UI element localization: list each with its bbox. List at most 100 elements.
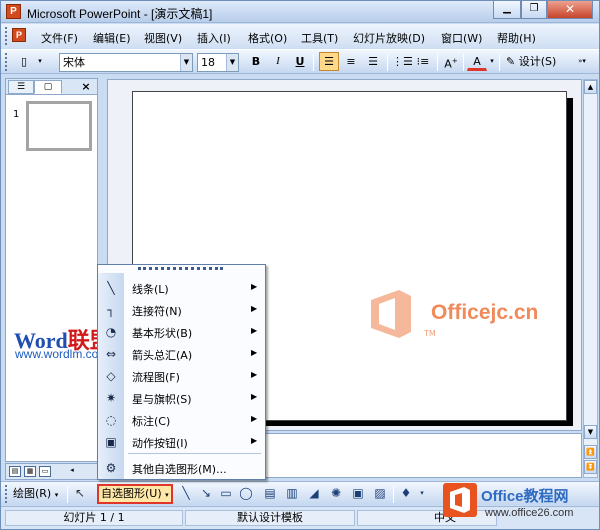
title-bar[interactable]: P Microsoft PowerPoint - [演示文稿1] ▁ ❐ ✕ — [1, 1, 599, 23]
increase-font-size-icon[interactable]: A+ — [441, 52, 461, 71]
arrow-icon[interactable]: ↘ — [199, 486, 213, 500]
chevron-right-icon: ▶ — [251, 304, 258, 313]
menu-insert[interactable]: 插入(I) — [197, 30, 231, 46]
diagram-icon[interactable]: ✺ — [329, 486, 343, 500]
toolbar-separator — [499, 54, 500, 71]
menu-file[interactable]: 文件(F) — [41, 30, 78, 46]
italic-button[interactable]: I — [269, 52, 287, 71]
menu-tools[interactable]: 工具(T) — [301, 30, 338, 46]
office-logo-watermark-icon — [371, 290, 411, 338]
oval-icon[interactable]: ◯ — [239, 486, 253, 500]
office26-url: www.office26.com — [485, 507, 574, 519]
view-buttons: ▤ ▦ ▭ ◂ — [5, 463, 98, 480]
menu-item-label: 动作按钮(I) — [132, 437, 188, 450]
toolbar-options-icon[interactable]: »▾ — [575, 52, 589, 71]
connector-icon: ┐ — [107, 303, 115, 317]
numbering-button[interactable]: ⋮☰ — [391, 52, 413, 71]
autoshapes-menu-button[interactable]: 自选图形(U) ▾ — [97, 484, 173, 504]
textbox-icon[interactable]: ▤ — [263, 486, 277, 500]
clipart-icon[interactable]: ▣ — [351, 486, 365, 500]
autoshapes-label: 自选图形(U) — [101, 487, 162, 500]
powerpoint-app-icon[interactable]: P — [6, 4, 21, 19]
menu-item-block-arrows[interactable]: ⇔ 箭头总汇(A) ▶ — [98, 343, 265, 365]
previous-slide-icon[interactable]: ⏫ — [584, 445, 597, 459]
menu-item-label: 流程图(F) — [132, 371, 180, 384]
menu-item-stars-banners[interactable]: ✷ 星与旗帜(S) ▶ — [98, 387, 265, 409]
underline-button[interactable]: U — [291, 52, 309, 71]
maximize-button[interactable]: ❐ — [521, 1, 547, 19]
menu-item-label: 基本形状(B) — [132, 327, 193, 340]
menu-item-callouts[interactable]: ◌ 标注(C) ▶ — [98, 409, 265, 431]
wordlm-url: www.wordlm.com — [15, 347, 109, 361]
fill-color-icon[interactable]: ♦ — [399, 486, 413, 500]
design-button[interactable]: ✎ 设计(S) — [503, 52, 563, 71]
scroll-down-icon[interactable]: ▼ — [584, 425, 597, 439]
close-window-button[interactable]: ✕ — [547, 1, 593, 19]
align-right-button[interactable]: ☰ — [363, 52, 383, 71]
menu-item-connectors[interactable]: ┐ 连接符(N) ▶ — [98, 299, 265, 321]
select-objects-icon[interactable]: ↖ — [73, 486, 87, 500]
new-document-icon[interactable]: ▯ — [13, 52, 35, 71]
scroll-up-icon[interactable]: ▲ — [584, 80, 597, 94]
font-name-value: 宋体 — [63, 56, 85, 69]
menu-item-label: 其他自选图形(M)... — [132, 463, 227, 476]
menu-help[interactable]: 帮助(H) — [497, 30, 536, 46]
draw-menu-button[interactable]: 绘图(R) ▾ — [13, 485, 58, 502]
design-template-name: 默认设计模板 — [185, 510, 355, 526]
align-left-button[interactable]: ☰ — [319, 52, 339, 71]
toolbar-grip[interactable] — [5, 27, 8, 45]
next-slide-icon[interactable]: ⏬ — [584, 460, 597, 474]
chevron-down-icon[interactable]: ▼ — [180, 54, 192, 71]
chevron-down-icon[interactable]: ▾ — [487, 52, 497, 71]
tab-slides[interactable]: ▢ — [34, 80, 62, 94]
font-size-select[interactable]: 18 ▼ — [197, 53, 239, 72]
menu-item-action-buttons[interactable]: ▣ 动作按钮(I) ▶ — [98, 431, 265, 453]
document-icon[interactable]: P — [12, 28, 26, 42]
picture-icon[interactable]: ▨ — [373, 486, 387, 500]
minimize-button[interactable]: ▁ — [493, 1, 521, 19]
font-name-select[interactable]: 宋体 ▼ — [59, 53, 193, 72]
toolbar-grip[interactable] — [5, 53, 8, 71]
toolbar-grip[interactable] — [5, 485, 8, 503]
font-size-value: 18 — [201, 56, 215, 69]
menu-window[interactable]: 窗口(W) — [441, 30, 482, 46]
slide-sorter-view-icon[interactable]: ▦ — [24, 466, 36, 477]
action-button-icon: ▣ — [105, 435, 117, 449]
vertical-scrollbar[interactable]: ▲ ▼ ⏫ ⏬ — [583, 79, 598, 478]
menu-item-more-autoshapes[interactable]: ⚙ 其他自选图形(M)... — [98, 457, 265, 479]
slide-thumbnail[interactable] — [26, 101, 92, 151]
line-icon[interactable]: ╲ — [179, 486, 193, 500]
slides-outline-pane: ☰ ▢ × 1 Word联盟 www.wordlm.com — [5, 78, 112, 462]
more-autoshapes-icon: ⚙ — [105, 461, 117, 475]
chevron-down-icon: ▾ — [165, 491, 169, 499]
block-arrow-icon: ⇔ — [105, 347, 117, 361]
menu-drag-handle[interactable] — [138, 267, 223, 271]
normal-view-icon[interactable]: ▤ — [9, 466, 21, 477]
menu-item-lines[interactable]: ╲ 线条(L) ▶ — [98, 277, 265, 299]
menu-format[interactable]: 格式(O) — [248, 30, 287, 46]
bold-button[interactable]: B — [247, 52, 265, 71]
slideshow-view-icon[interactable]: ▭ — [39, 466, 51, 477]
chevron-right-icon: ▶ — [251, 392, 258, 401]
menu-item-flowchart[interactable]: ◇ 流程图(F) ▶ — [98, 365, 265, 387]
scroll-left-icon[interactable]: ◂ — [66, 466, 78, 477]
autoshapes-dropdown-menu: ╲ 线条(L) ▶ ┐ 连接符(N) ▶ ◔ 基本形状(B) ▶ ⇔ 箭头总汇(… — [97, 264, 266, 480]
chevron-down-icon[interactable]: ▾ — [415, 486, 429, 500]
menu-view[interactable]: 视图(V) — [144, 30, 182, 46]
align-center-button[interactable]: ≡ — [341, 52, 361, 71]
slide-position: 幻灯片 1 / 1 — [5, 510, 183, 526]
bullets-button[interactable]: ⁝≡ — [413, 52, 433, 71]
tab-outline[interactable]: ☰ — [8, 80, 34, 94]
close-pane-icon[interactable]: × — [78, 80, 94, 94]
menu-slideshow[interactable]: 幻灯片放映(D) — [353, 30, 425, 46]
rectangle-icon[interactable]: ▭ — [219, 486, 233, 500]
toolbar-options-icon[interactable]: ▾ — [35, 52, 45, 71]
wordart-icon[interactable]: ◢ — [307, 486, 321, 500]
menu-item-label: 星与旗帜(S) — [132, 393, 192, 406]
vertical-textbox-icon[interactable]: ▥ — [285, 486, 299, 500]
menu-item-basic-shapes[interactable]: ◔ 基本形状(B) ▶ — [98, 321, 265, 343]
font-color-button[interactable]: A — [467, 52, 487, 71]
menu-edit[interactable]: 编辑(E) — [93, 30, 131, 46]
design-icon: ✎ — [506, 55, 516, 68]
chevron-down-icon[interactable]: ▼ — [226, 54, 238, 71]
